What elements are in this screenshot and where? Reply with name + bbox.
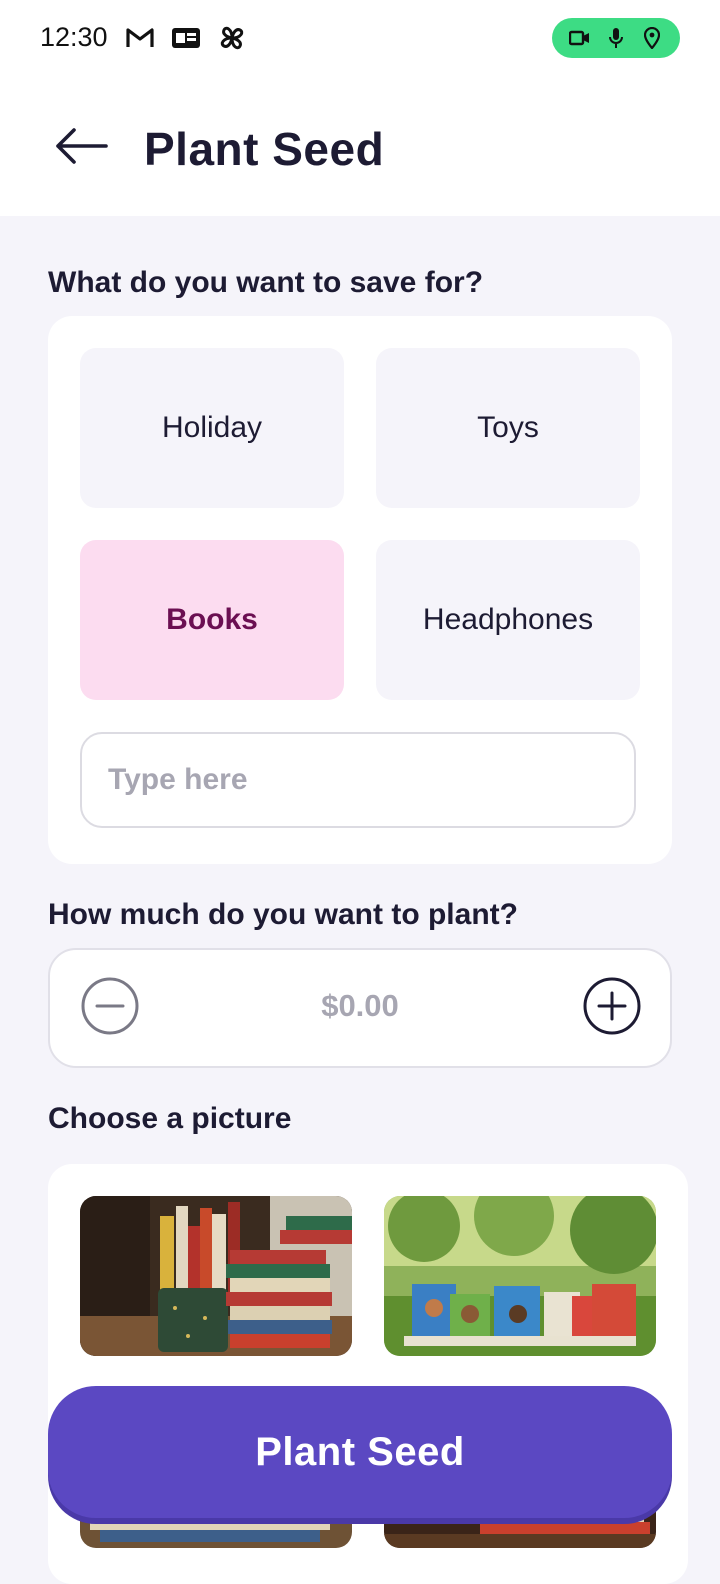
gmail-icon — [124, 22, 156, 54]
app-header: Plant Seed — [0, 76, 720, 216]
pinwheel-icon — [216, 22, 248, 54]
picture-card — [48, 1164, 688, 1584]
status-time: 12:30 — [40, 22, 108, 52]
mic-icon — [605, 27, 627, 49]
news-icon — [170, 22, 202, 54]
option-holiday[interactable]: Holiday — [80, 348, 344, 508]
picture-label: Choose a picture — [48, 1102, 292, 1135]
privacy-indicator — [552, 18, 680, 58]
option-books[interactable]: Books — [80, 540, 344, 700]
plus-circle-icon — [582, 976, 642, 1041]
amount-stepper: $0.00 — [48, 948, 672, 1068]
plant-seed-button[interactable]: Plant Seed — [48, 1386, 672, 1518]
status-icons — [124, 22, 248, 54]
increase-button[interactable] — [582, 976, 642, 1041]
option-toys[interactable]: Toys — [376, 348, 640, 508]
arrow-left-icon — [52, 126, 108, 171]
page-title: Plant Seed — [144, 123, 385, 175]
status-bar: 12:30 — [0, 0, 720, 76]
location-icon — [641, 27, 663, 49]
save-for-card: Holiday Toys Books Headphones — [48, 316, 672, 864]
picture-books-on-grass-image[interactable] — [384, 1196, 656, 1356]
custom-goal-input[interactable] — [80, 732, 636, 828]
save-for-label: What do you want to save for? — [48, 266, 484, 299]
camera-icon — [569, 27, 591, 49]
books-in-pencil-cup-image[interactable] — [80, 1196, 352, 1356]
back-button[interactable] — [48, 116, 112, 180]
amount-value: $0.00 — [321, 988, 399, 1023]
amount-label: How much do you want to plant? — [48, 898, 518, 931]
option-headphones[interactable]: Headphones — [376, 540, 640, 700]
